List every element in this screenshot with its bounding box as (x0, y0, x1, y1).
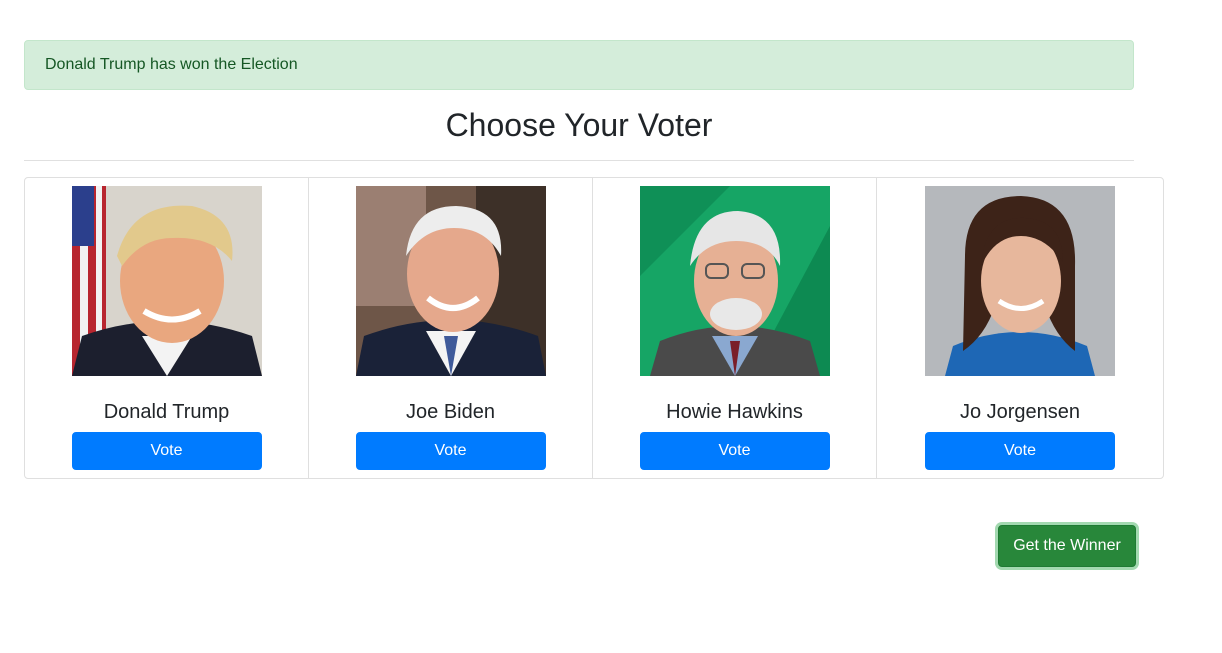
vote-button[interactable]: Vote (925, 432, 1115, 470)
page-title: Choose Your Voter (445, 107, 713, 143)
vote-button[interactable]: Vote (71, 432, 262, 470)
vote-button[interactable]: Vote (639, 432, 830, 470)
candidate-card: Howie Hawkins Vote (592, 177, 877, 479)
winner-alert-text: Donald Trump has won the Election (45, 56, 298, 73)
winner-alert: Donald Trump has won the Election (24, 40, 1134, 90)
candidate-card-group: Donald Trump Vote Joe Biden Vote Howie H… (24, 177, 1167, 479)
candidate-photo (355, 186, 546, 376)
candidate-photo (925, 186, 1115, 376)
candidate-photo (639, 186, 830, 376)
get-winner-button[interactable]: Get the Winner (998, 525, 1136, 567)
vote-button[interactable]: Vote (355, 432, 546, 470)
candidate-name: Joe Biden (406, 401, 495, 423)
candidate-name: Donald Trump (103, 401, 230, 423)
candidate-card: Donald Trump Vote (24, 177, 309, 479)
candidate-card: Jo Jorgensen Vote (876, 177, 1164, 479)
title-divider (24, 160, 1134, 161)
candidate-photo (71, 186, 262, 376)
candidate-name: Howie Hawkins (666, 401, 803, 423)
candidate-name: Jo Jorgensen (959, 401, 1081, 423)
candidate-card: Joe Biden Vote (308, 177, 593, 479)
